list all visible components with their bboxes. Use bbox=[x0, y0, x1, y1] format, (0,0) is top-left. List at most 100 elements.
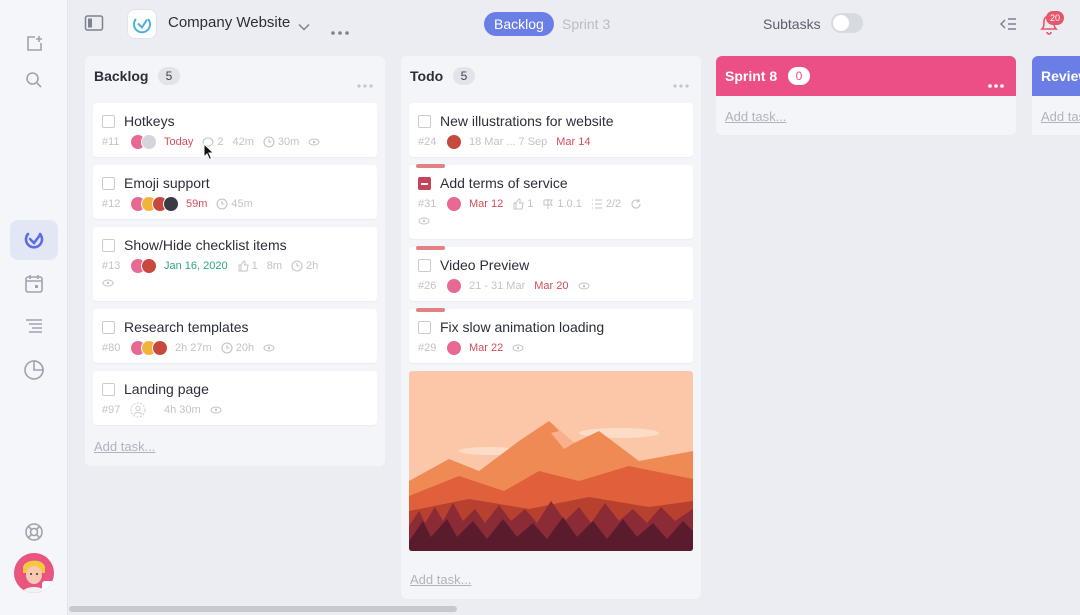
column-more-icon[interactable] bbox=[988, 75, 1004, 93]
like-count: 1 bbox=[527, 198, 534, 210]
task-card[interactable]: Research templates #80 2h 27m 20h bbox=[93, 309, 377, 363]
column-title[interactable]: Todo bbox=[410, 68, 443, 84]
cover-image[interactable] bbox=[409, 371, 693, 551]
boards-icon[interactable] bbox=[10, 220, 58, 260]
project-name[interactable]: Company Website bbox=[168, 14, 290, 31]
task-card[interactable]: Add terms of service #31 Mar 12 1 1.0.1 … bbox=[409, 164, 693, 239]
chevron-down-icon[interactable] bbox=[298, 18, 310, 36]
clock-icon bbox=[221, 342, 233, 354]
eye-icon bbox=[102, 279, 114, 287]
checklist-progress: 2/2 bbox=[605, 198, 622, 210]
task-card[interactable]: Video Preview #26 21 - 31 Mar Mar 20 bbox=[409, 246, 693, 301]
due-date[interactable]: Today bbox=[164, 136, 193, 148]
due-date[interactable]: Mar 20 bbox=[534, 280, 568, 292]
task-card[interactable]: Emoji support #12 59m 45m bbox=[93, 165, 377, 219]
task-title[interactable]: Hotkeys bbox=[124, 113, 175, 129]
assign-user-icon[interactable] bbox=[130, 402, 146, 418]
add-task-link[interactable]: Add task... bbox=[725, 109, 786, 124]
task-title[interactable]: Show/Hide checklist items bbox=[124, 237, 287, 253]
task-checkbox[interactable] bbox=[418, 259, 431, 272]
project-logo-icon[interactable] bbox=[128, 10, 156, 38]
collapse-panel-icon[interactable] bbox=[998, 16, 1018, 37]
task-checkbox[interactable] bbox=[102, 177, 115, 190]
sprint-tab[interactable]: Sprint 3 bbox=[562, 16, 610, 32]
assignees[interactable] bbox=[130, 134, 157, 150]
task-card[interactable]: Show/Hide checklist items #13 Jan 16, 20… bbox=[93, 227, 377, 301]
priority-bar bbox=[416, 164, 445, 168]
assignees[interactable] bbox=[130, 258, 157, 274]
clock-icon bbox=[216, 198, 228, 210]
new-task-icon[interactable] bbox=[10, 24, 58, 64]
add-task-link[interactable]: Add task... bbox=[410, 572, 471, 587]
task-card[interactable]: Hotkeys #11 Today 2 42m 30m bbox=[93, 103, 377, 157]
clock-icon bbox=[263, 136, 275, 148]
task-checkbox[interactable] bbox=[102, 239, 115, 252]
notification-count-badge: 20 bbox=[1046, 11, 1064, 25]
task-card[interactable]: Fix slow animation loading #29 Mar 22 bbox=[409, 308, 693, 363]
assignees[interactable] bbox=[446, 196, 462, 212]
eye-icon bbox=[210, 406, 222, 414]
reports-icon[interactable] bbox=[10, 350, 58, 390]
task-title[interactable]: Add terms of service bbox=[440, 175, 568, 191]
avatar bbox=[141, 134, 157, 150]
task-title[interactable]: Landing page bbox=[124, 381, 209, 397]
like-icon bbox=[238, 260, 249, 272]
avatar bbox=[152, 340, 168, 356]
task-title[interactable]: New illustrations for website bbox=[440, 113, 614, 129]
time-spent: 2h 27m bbox=[175, 342, 212, 354]
date-range[interactable]: 18 Mar ... 7 Sep bbox=[469, 136, 547, 148]
column-title[interactable]: Sprint 8 bbox=[725, 68, 777, 84]
avatar bbox=[141, 258, 157, 274]
calendar-icon[interactable] bbox=[10, 264, 58, 304]
list-icon[interactable] bbox=[10, 306, 58, 346]
repeat-icon bbox=[631, 199, 641, 209]
task-checkbox[interactable] bbox=[418, 321, 431, 334]
version: 1.0.1 bbox=[557, 198, 582, 210]
time-spent: 4h 30m bbox=[164, 404, 201, 416]
search-icon[interactable] bbox=[10, 60, 58, 100]
due-date[interactable]: Mar 22 bbox=[469, 342, 503, 354]
assignees[interactable] bbox=[446, 340, 462, 356]
task-card[interactable]: New illustrations for website #24 18 Mar… bbox=[409, 103, 693, 157]
column-count-badge: 0 bbox=[788, 67, 810, 85]
task-card[interactable]: Landing page #97 4h 30m bbox=[93, 371, 377, 425]
estimate: 45m bbox=[231, 198, 253, 210]
time-spent: 42m bbox=[232, 136, 254, 148]
date-range[interactable]: 21 - 31 Mar bbox=[469, 280, 525, 292]
top-header: Company Website Backlog Sprint 3 Subtask… bbox=[69, 0, 1080, 48]
project-more-icon[interactable] bbox=[331, 22, 349, 40]
task-checkbox[interactable] bbox=[102, 321, 115, 334]
task-title[interactable]: Video Preview bbox=[440, 257, 529, 273]
column-more-icon[interactable] bbox=[357, 75, 373, 93]
priority-bar bbox=[416, 308, 445, 312]
horizontal-scrollbar[interactable] bbox=[69, 606, 457, 612]
assignees[interactable] bbox=[446, 134, 462, 150]
task-title[interactable]: Fix slow animation loading bbox=[440, 319, 604, 335]
avatar bbox=[446, 278, 462, 294]
task-checkbox[interactable] bbox=[102, 383, 115, 396]
eye-icon bbox=[418, 217, 430, 225]
assignees[interactable] bbox=[446, 278, 462, 294]
column-more-icon[interactable] bbox=[673, 75, 689, 93]
sprint-tab-active[interactable]: Backlog bbox=[484, 12, 554, 36]
task-checkbox[interactable] bbox=[418, 115, 431, 128]
task-title[interactable]: Emoji support bbox=[124, 175, 210, 191]
subtasks-toggle[interactable] bbox=[831, 13, 863, 33]
due-date[interactable]: Mar 14 bbox=[556, 136, 590, 148]
assignees[interactable] bbox=[130, 196, 179, 212]
add-task-link[interactable]: Add task... bbox=[94, 439, 155, 454]
due-date[interactable]: Jan 16, 2020 bbox=[164, 260, 228, 272]
assignees[interactable] bbox=[130, 340, 168, 356]
task-title[interactable]: Research templates bbox=[124, 319, 249, 335]
task-checkbox[interactable] bbox=[102, 115, 115, 128]
comment-count: 2 bbox=[217, 136, 224, 148]
user-avatar[interactable] bbox=[14, 553, 54, 593]
sidebar-toggle-icon[interactable] bbox=[84, 14, 104, 37]
due-date[interactable]: Mar 12 bbox=[469, 198, 503, 210]
column-title[interactable]: Review bbox=[1041, 68, 1080, 84]
add-task-link[interactable]: Add task... bbox=[1041, 109, 1080, 124]
column-title[interactable]: Backlog bbox=[94, 68, 148, 84]
task-checkbox[interactable] bbox=[418, 177, 431, 190]
time-spent: 59m bbox=[186, 198, 208, 210]
help-icon[interactable] bbox=[10, 512, 58, 552]
